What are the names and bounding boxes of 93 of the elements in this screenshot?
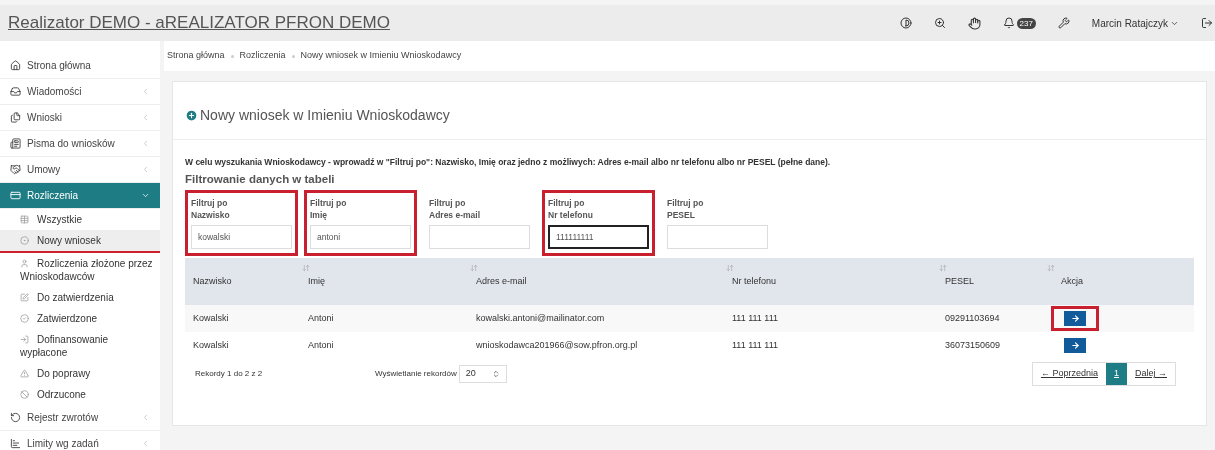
plus-circle-icon [185,109,198,122]
up-down-arrows-icon [491,370,500,378]
records-info: Rekordy 1 do 2 z 2 [195,368,264,380]
bar-chart-icon [10,438,21,449]
submenu-item[interactable]: Do zatwierdzenia [0,287,160,308]
chevron-left-icon [141,87,150,96]
filter-label: Filtruj po Nr telefonu [548,197,594,221]
app-title-link[interactable]: Realizator DEMO - aREALIZATOR PFRON DEMO [8,10,390,36]
ban-icon [20,390,29,399]
submenu-item[interactable]: Zatwierdzone [0,308,160,329]
arrow-right-icon [1070,341,1080,350]
table-cell: kowalski.antoni@mailinator.com [476,312,605,323]
table-cell: 36073150609 [945,339,1001,350]
filter-input[interactable]: 111111111 [548,225,649,249]
column-header[interactable]: PESEL [945,274,975,289]
chevron-left-icon [141,439,150,448]
contrast-icon[interactable] [899,17,912,29]
sidebar-item[interactable]: Pisma do wniosków [0,131,160,157]
documents-icon [10,112,21,123]
page-size-select[interactable]: 20 [458,365,507,383]
breadcrumb-link[interactable]: Strona główna [167,49,225,63]
table-cell: wnioskodawca201966@sow.pfron.org.pl [476,339,638,350]
open-button[interactable] [1064,338,1086,353]
bell-icon[interactable] [1002,17,1015,29]
table-cell: 111 111 111 [732,312,779,323]
table-cell: 09291103694 [945,312,1000,323]
page-title: Nowy wniosek w Imieniu Wnioskodawcy [200,106,450,125]
filter-label: Filtruj po Nazwisko [191,197,231,221]
column-header[interactable]: Akcja [1053,274,1083,289]
sidebar-item[interactable]: Wnioski [0,105,160,131]
sidebar-item[interactable]: Rozliczenia [0,183,160,209]
table-cell: Kowalski [193,312,229,323]
filter-label: Filtruj po Adres e-mail [429,197,482,221]
pencil-icon [20,293,29,302]
breadcrumb-link[interactable]: Rozliczenia [239,49,286,63]
table-cell: Kowalski [193,339,229,350]
user-menu[interactable]: Marcin Ratajczyk [1091,15,1179,31]
circle-icon [20,236,29,245]
previous-page-link[interactable]: ← Poprzednia [1032,367,1106,381]
sign-in-icon [20,335,29,344]
submenu-item[interactable]: Nowy wniosek [0,230,160,253]
sidebar-item[interactable]: Rejestr zwrotów [0,405,160,431]
submenu-item[interactable]: Dofinansowanie wypłacone [0,329,160,363]
breadcrumb-separator-icon [230,54,234,58]
filter-input[interactable] [667,225,768,249]
table-cell: Antoni [308,312,334,323]
table-cell: 111 111 111 [732,339,779,350]
card-icon [10,190,21,201]
column-header[interactable]: Nazwisko [193,274,232,289]
handshake-icon [10,164,21,175]
breadcrumb-link[interactable]: Nowy wniosek w Imieniu Wnioskodawcy [300,49,462,63]
submenu-item[interactable]: Rozliczenia złożone przez Wnioskodawców [0,253,160,287]
sidebar-item[interactable]: Strona główna [0,53,160,79]
table-icon [20,215,29,224]
warning-icon [20,369,29,378]
page-size-label: Wyświetlanie rekordów [375,368,457,380]
newspaper-icon [10,138,21,149]
filter-heading: Filtrowanie danych w tabeli [185,171,336,187]
sidebar-item[interactable]: Wiadomości [0,79,160,105]
chevron-left-icon [141,113,150,122]
open-button[interactable] [1064,311,1086,326]
filter-input[interactable] [429,225,530,249]
notification-badge: 237 [1016,17,1036,29]
sidebar-item[interactable]: Limity wg zadań [0,431,160,450]
filter-input[interactable]: kowalski [191,225,292,249]
filter-input[interactable]: antoni [310,225,411,249]
logout-icon[interactable] [1201,17,1213,29]
chevron-left-icon [141,413,150,422]
arrow-right-icon [1070,314,1080,323]
home-icon [10,60,21,71]
wrench-icon[interactable] [1057,17,1070,29]
column-header[interactable]: Nr telefonu [732,274,777,289]
inbox-icon [10,86,21,97]
filter-label: Filtruj po PESEL [667,197,705,221]
table-cell: Antoni [308,339,334,350]
chevron-left-icon [141,165,150,174]
submenu-item[interactable]: Wszystkie [0,209,160,230]
next-page-link[interactable]: Dalej → [1127,367,1175,381]
page-number[interactable]: 1 [1105,363,1127,385]
chevron-left-icon [141,139,150,148]
hand-icon[interactable] [967,16,981,30]
submenu-item[interactable]: Odrzucone [0,384,160,405]
zoom-in-icon[interactable] [933,17,946,29]
submenu-item[interactable]: Do poprawy [0,363,160,384]
column-header[interactable]: Adres e-mail [476,274,527,289]
filter-label: Filtruj po Imię [310,197,348,221]
column-header[interactable]: Imię [308,274,325,289]
breadcrumb-separator-icon [291,54,295,58]
check-circle-icon [20,314,29,323]
undo-icon [10,412,21,423]
user-icon [20,259,29,268]
chevron-down-icon [141,191,150,200]
instruction-text: W celu wyszukania Wnioskodawcy - wprowadź w "Filtruj po": Nazwisko, Imię oraz jedno z możliwych: Adres e-mail albo nr telefonu albo nr PESEL (pełne dane). [185,156,832,169]
